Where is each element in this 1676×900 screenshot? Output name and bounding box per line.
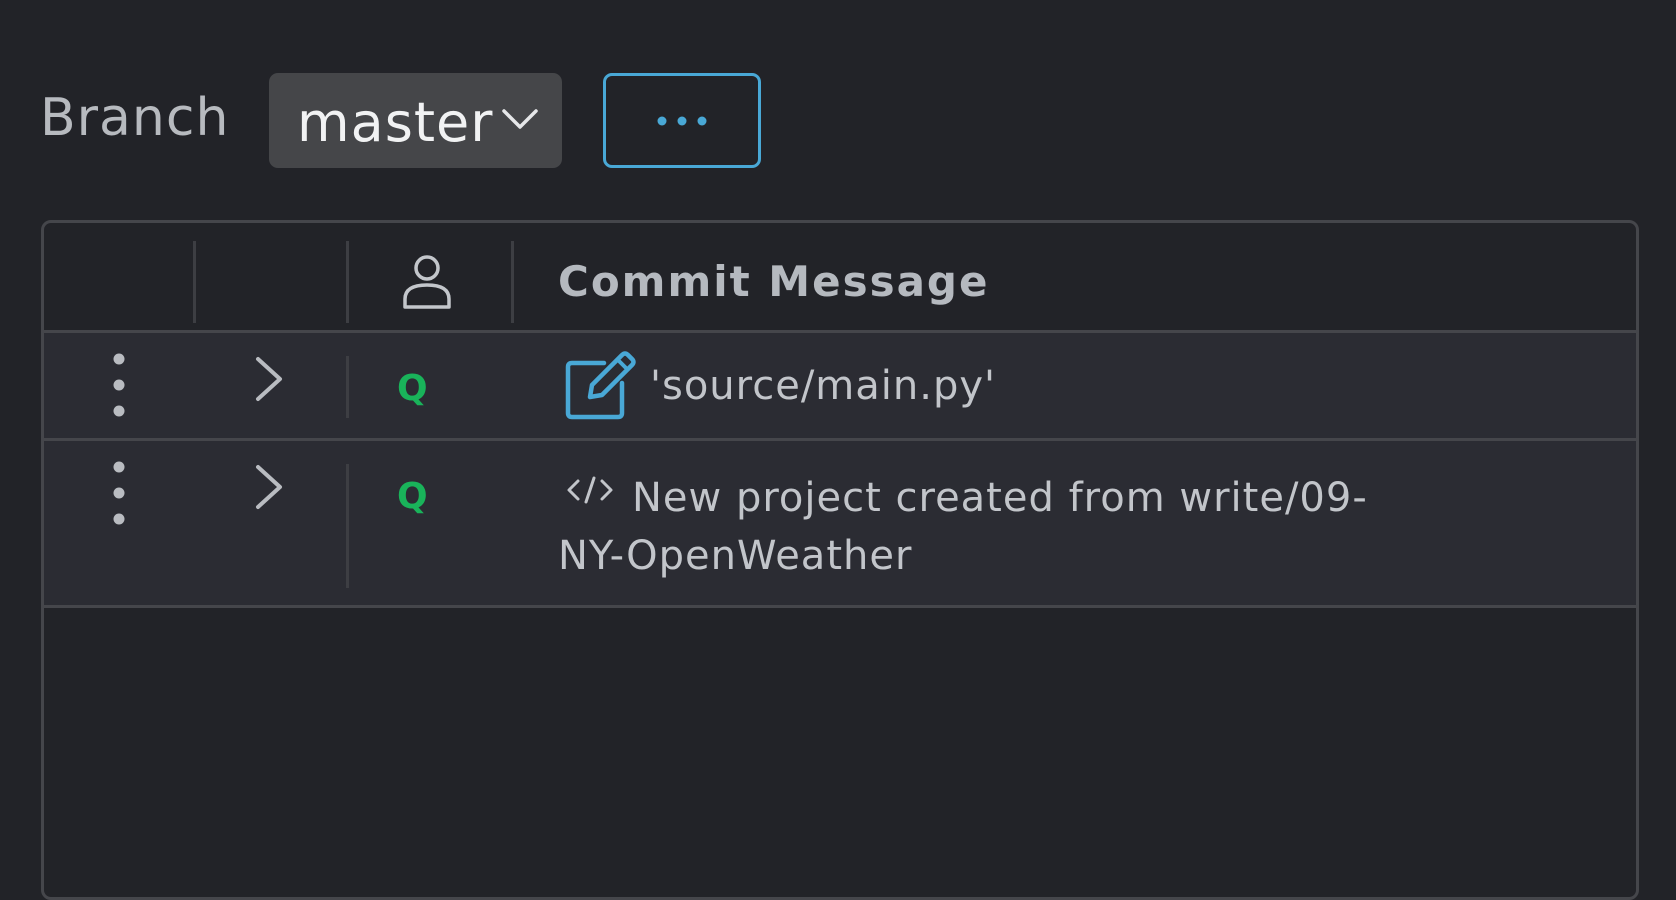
table-row[interactable]: Q 'source/main.py' [44,333,1636,441]
code-icon [567,476,613,504]
commit-message-header[interactable]: Commit Message [558,257,989,306]
table-header: Commit Message [44,223,1636,333]
column-divider [346,356,349,418]
kebab-menu-icon[interactable] [113,353,125,417]
branch-dropdown-value: master [297,91,494,154]
author-avatar: Q [397,368,428,409]
column-divider [346,464,349,588]
chevron-right-icon[interactable] [254,355,284,403]
commit-message: 'source/main.py' [650,363,997,409]
branch-label: Branch [40,88,230,148]
commit-message: New project created from write/09-NY-Ope… [558,475,1368,579]
column-divider[interactable] [193,241,196,323]
table-row[interactable]: Q New project created from write/09-NY-O… [44,441,1636,608]
ellipsis-icon [657,116,707,125]
more-options-button[interactable] [603,73,761,168]
commit-message-cell: New project created from write/09-NY-Ope… [558,469,1428,585]
chevron-right-icon[interactable] [254,463,284,511]
edit-icon [565,351,636,420]
branch-toolbar: Branch master [0,0,1676,200]
person-icon [403,255,451,309]
kebab-menu-icon[interactable] [113,461,125,525]
column-divider[interactable] [346,241,349,323]
column-divider[interactable] [511,241,514,323]
chevron-down-icon [502,109,538,129]
commit-history-table: Commit Message Q 'source/main.py' Q New … [41,220,1639,900]
author-avatar: Q [397,476,428,517]
branch-dropdown[interactable]: master [269,73,562,168]
